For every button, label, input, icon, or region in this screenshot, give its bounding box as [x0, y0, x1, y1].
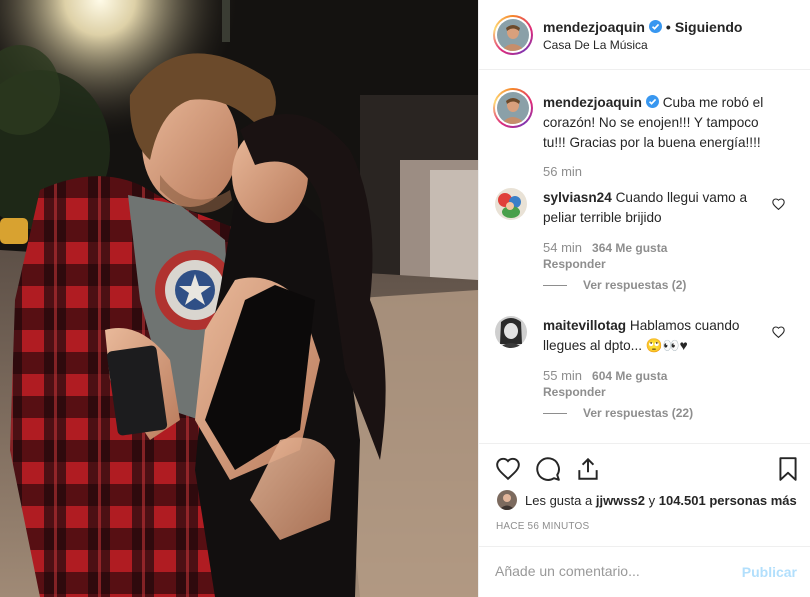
- comment-body: maitevillotag Hablamos cuando llegues al…: [543, 316, 773, 356]
- caption-avatar[interactable]: [493, 88, 533, 128]
- view-replies-label: Ver respuestas (2): [583, 278, 687, 292]
- likes-count[interactable]: 104.501 personas más: [659, 493, 797, 508]
- verified-badge-icon: [648, 20, 662, 33]
- publish-button[interactable]: Publicar: [742, 564, 797, 580]
- comment-avatar[interactable]: [495, 316, 527, 348]
- comment-likes[interactable]: 604 Me gusta: [592, 369, 667, 383]
- likes-summary: Les gusta a jjwwss2 y 104.501 personas m…: [497, 490, 797, 510]
- header-user-line: mendezjoaquin • Siguiendo: [543, 19, 742, 35]
- comment-body: sylviasn24 Cuando llegui vamo a peliar t…: [543, 188, 773, 228]
- divider-line: [543, 412, 567, 414]
- caption: mendezjoaquin Cuba me robó el corazón! N…: [543, 93, 778, 153]
- comment-username[interactable]: maitevillotag: [543, 318, 626, 333]
- caption-meta: 56 min: [543, 164, 582, 179]
- view-replies-button[interactable]: Ver respuestas (2): [543, 278, 686, 292]
- caption-time[interactable]: 56 min: [543, 164, 582, 179]
- post-header: mendezjoaquin • Siguiendo Casa De La Músic…: [479, 0, 810, 70]
- instagram-post: mendezjoaquin • Siguiendo Casa De La Músic…: [0, 0, 810, 597]
- liker-username[interactable]: jjwwss2: [596, 493, 645, 508]
- share-icon[interactable]: [575, 456, 601, 482]
- comment-avatar[interactable]: [495, 188, 527, 220]
- post-photo[interactable]: [0, 0, 478, 597]
- caption-username[interactable]: mendezjoaquin: [543, 95, 642, 110]
- caption-avatar-image: [497, 92, 529, 124]
- likes-middle: y: [648, 492, 656, 508]
- comment-avatar-image: [495, 188, 527, 220]
- divider-line: [543, 284, 567, 286]
- comment-username[interactable]: sylviasn24: [543, 190, 612, 205]
- comment-like-heart-icon[interactable]: [772, 326, 785, 338]
- reply-button[interactable]: Responder: [543, 257, 606, 271]
- comment-input[interactable]: [495, 563, 715, 579]
- view-replies-label: Ver respuestas (22): [583, 406, 694, 420]
- comment-time[interactable]: 54 min: [543, 240, 582, 255]
- following-button[interactable]: Siguiendo: [675, 19, 743, 35]
- couple-photo: [0, 0, 478, 597]
- comment-meta: 55 min 604 Me gusta: [543, 368, 667, 383]
- heart-icon[interactable]: [495, 456, 521, 482]
- separator-dot: •: [665, 19, 671, 35]
- comment-likes[interactable]: 364 Me gusta: [592, 241, 667, 255]
- reply-button[interactable]: Responder: [543, 385, 606, 399]
- header-username[interactable]: mendezjoaquin: [543, 19, 645, 35]
- view-replies-button[interactable]: Ver respuestas (22): [543, 406, 693, 420]
- bookmark-icon[interactable]: [775, 456, 801, 482]
- comment-meta: 54 min 364 Me gusta: [543, 240, 667, 255]
- comment-time[interactable]: 55 min: [543, 368, 582, 383]
- author-avatar[interactable]: [493, 15, 533, 55]
- location-link[interactable]: Casa De La Música: [543, 38, 648, 52]
- author-avatar-image: [497, 19, 529, 51]
- post-panel: mendezjoaquin • Siguiendo Casa De La Músic…: [478, 0, 810, 597]
- liker-avatar[interactable]: [497, 490, 517, 510]
- comment-icon[interactable]: [535, 456, 561, 482]
- liker-avatar-image: [497, 490, 517, 510]
- add-comment-bar: Publicar: [479, 546, 810, 597]
- post-timestamp[interactable]: HACE 56 MINUTOS: [496, 521, 589, 532]
- likes-prefix: Les gusta a: [525, 492, 593, 508]
- comment-avatar-image: [495, 316, 527, 348]
- comment-like-heart-icon[interactable]: [772, 198, 785, 210]
- comments-list: mendezjoaquin Cuba me robó el corazón! N…: [479, 71, 810, 443]
- verified-badge-icon: [645, 95, 659, 108]
